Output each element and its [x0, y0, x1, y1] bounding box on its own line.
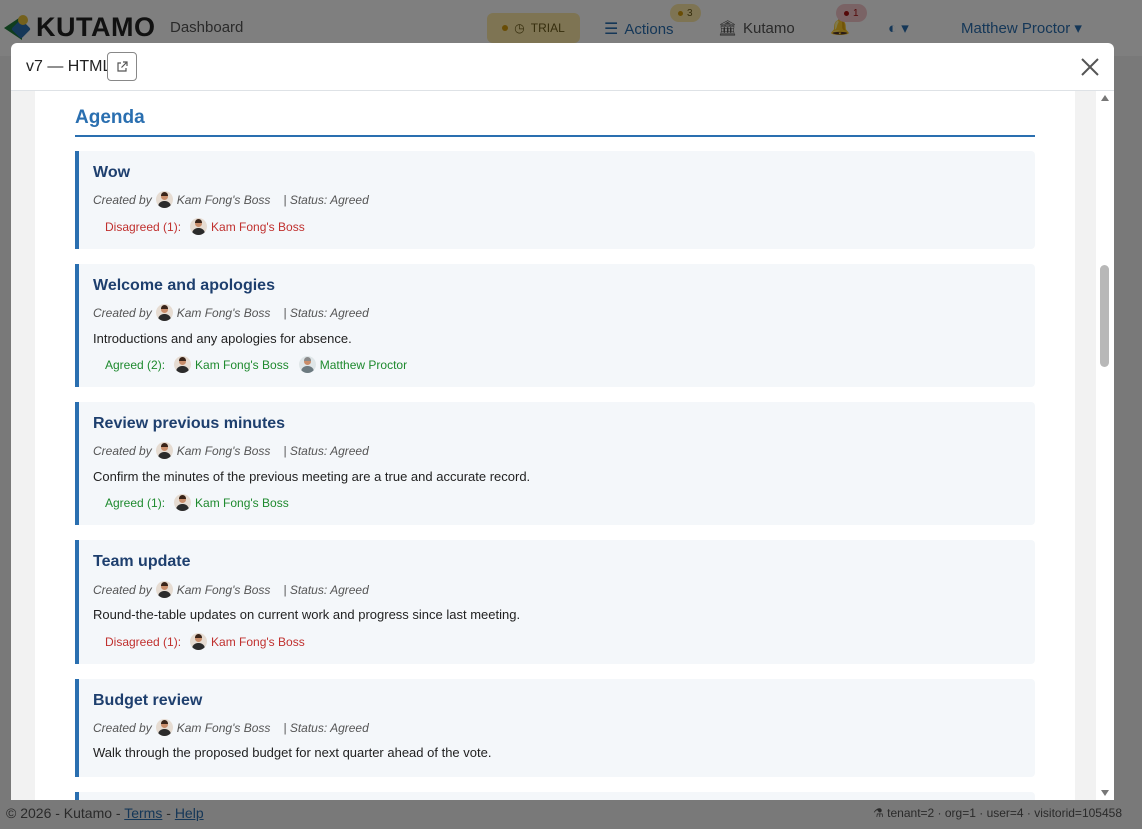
voter-name: Matthew Proctor — [319, 357, 408, 372]
status-text: | Status: Agreed — [283, 720, 369, 735]
status-text: | Status: Agreed — [283, 443, 369, 458]
agenda-item-meta: Created by Kam Fong's Boss | Status: Agr… — [93, 304, 369, 321]
agenda-item: Budget review Created by Kam Fong's Boss… — [75, 679, 1035, 777]
vote-row: Agreed (1): Kam Fong's Boss — [105, 494, 299, 511]
agenda-item-title: Team update — [93, 553, 191, 570]
avatar — [174, 494, 192, 511]
avatar — [174, 356, 192, 373]
vote-label: Agreed (1): — [105, 495, 166, 510]
creator-name: Kam Fong's Boss — [176, 443, 271, 458]
agenda-item-title: Budget review — [93, 692, 203, 709]
created-by-label: Created by — [93, 192, 152, 207]
external-link-icon — [117, 60, 128, 72]
avatar — [155, 304, 173, 321]
vote-row: Disagreed (1): Kam Fong's Boss — [105, 633, 315, 650]
agenda-item-title: Wow — [93, 164, 131, 181]
agenda-heading: Agenda — [75, 107, 145, 128]
agenda-item-title: Welcome and apologies — [93, 277, 275, 294]
avatar — [155, 719, 173, 736]
agenda-item-description: Walk through the proposed budget for nex… — [93, 745, 492, 760]
voter-name: Kam Fong's Boss — [211, 219, 305, 234]
modal-body: Agenda Wow Created by Kam Fong's Boss | … — [11, 91, 1114, 800]
creator-name: Kam Fong's Boss — [176, 582, 271, 597]
agenda-item: Wow Created by Kam Fong's Boss | Status:… — [75, 151, 1035, 249]
status-text: | Status: Agreed — [283, 192, 369, 207]
created-by-label: Created by — [93, 720, 152, 735]
agenda-document: Agenda Wow Created by Kam Fong's Boss | … — [35, 91, 1075, 800]
agenda-item-meta: Created by Kam Fong's Boss | Status: Agr… — [93, 581, 369, 598]
created-by-label: Created by — [93, 443, 152, 458]
avatar — [155, 191, 173, 208]
close-icon — [1081, 58, 1099, 76]
close-button[interactable] — [1079, 56, 1101, 78]
agenda-item-meta: Created by Kam Fong's Boss | Status: Agr… — [93, 191, 369, 208]
avatar — [190, 218, 208, 235]
agenda-item-meta: Created by Kam Fong's Boss | Status: Agr… — [93, 719, 369, 736]
vote-label: Disagreed (1): — [105, 219, 182, 234]
open-external-button[interactable] — [107, 52, 137, 81]
created-by-label: Created by — [93, 582, 152, 597]
status-text: | Status: Agreed — [283, 582, 369, 597]
agenda-item: Team update Created by Kam Fong's Boss |… — [75, 540, 1035, 664]
modal-title: v7 — HTML — [26, 58, 112, 75]
avatar — [155, 581, 173, 598]
scrollbar-thumb[interactable] — [1100, 265, 1109, 367]
preview-modal: v7 — HTML Agenda Wow Created by Kam Fong… — [11, 43, 1114, 800]
creator-name: Kam Fong's Boss — [176, 192, 271, 207]
avatar — [298, 356, 316, 373]
agenda-item: Welcome and apologies Created by Kam Fon… — [75, 264, 1035, 387]
scroll-down-icon[interactable] — [1101, 790, 1109, 796]
agenda-item-description: Confirm the minutes of the previous meet… — [93, 469, 531, 484]
agenda-divider — [75, 135, 1035, 137]
agenda-item: Review previous minutes Created by Kam F… — [75, 402, 1035, 525]
vote-row: Disagreed (1): Kam Fong's Boss — [105, 218, 315, 235]
scroll-up-icon[interactable] — [1101, 95, 1109, 101]
voter-name: Kam Fong's Boss — [195, 495, 289, 510]
created-by-label: Created by — [93, 305, 152, 320]
agenda-item-meta: Created by Kam Fong's Boss | Status: Agr… — [93, 442, 369, 459]
status-text: | Status: Agreed — [283, 305, 369, 320]
vote-label: Agreed (2): — [105, 357, 166, 372]
agenda-item-title: Review previous minutes — [93, 415, 286, 432]
creator-name: Kam Fong's Boss — [176, 720, 271, 735]
agenda-item — [75, 792, 1035, 800]
vote-label: Disagreed (1): — [105, 634, 182, 649]
avatar — [190, 633, 208, 650]
creator-name: Kam Fong's Boss — [176, 305, 271, 320]
agenda-item-description: Round-the-table updates on current work … — [93, 607, 521, 622]
agenda-item-description: Introductions and any apologies for abse… — [93, 331, 352, 346]
modal-header: v7 — HTML — [11, 43, 1114, 91]
voter-name: Kam Fong's Boss — [211, 634, 305, 649]
voter-name: Kam Fong's Boss — [195, 357, 289, 372]
modal-scrollbar[interactable] — [1096, 91, 1114, 800]
vote-row: Agreed (2): Kam Fong's Boss Matthew Proc… — [105, 356, 417, 373]
avatar — [155, 442, 173, 459]
